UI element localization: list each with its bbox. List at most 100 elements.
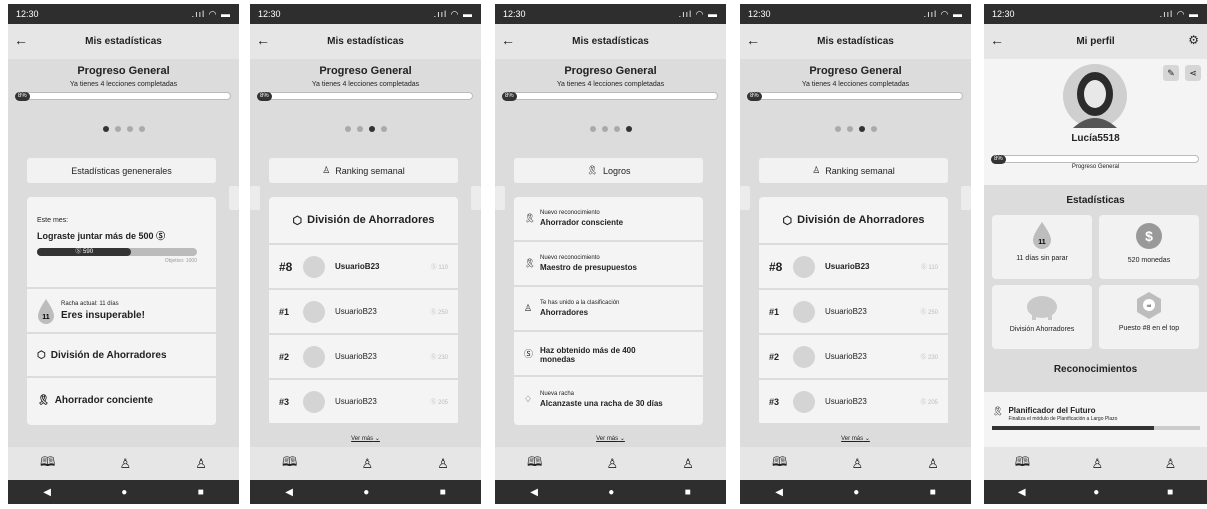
status-time: 12:30	[503, 9, 526, 19]
page-title: Mi perfil	[1076, 36, 1115, 47]
sys-recent-icon[interactable]: ■	[1167, 487, 1173, 498]
sys-home-icon[interactable]: ●	[1093, 487, 1099, 498]
sys-home-icon[interactable]: ●	[363, 487, 369, 498]
division-row[interactable]: ⬡ División de Ahorradores	[27, 334, 216, 378]
next-card-peek[interactable]	[961, 186, 971, 210]
next-card-peek[interactable]	[229, 186, 239, 210]
carousel-dots[interactable]	[250, 126, 481, 132]
see-more-link[interactable]: Ver más ⌄	[740, 435, 971, 442]
sys-home-icon[interactable]: ●	[121, 487, 127, 498]
back-arrow-icon[interactable]: ←	[14, 32, 28, 48]
profile-icon[interactable]: ♙	[1165, 456, 1177, 472]
dot[interactable]	[126, 126, 133, 132]
achievement-item[interactable]: Ⓢ Haz obtenido más de 400 monedas	[514, 332, 703, 377]
rank-position: #1	[769, 306, 780, 317]
tab-ranking[interactable]: ♙ Ranking semanal	[759, 158, 948, 183]
ranking-row[interactable]: #1 UsuarioB23 Ⓢ 250	[269, 290, 458, 335]
sys-back-icon[interactable]: ◀	[530, 487, 538, 498]
ranking-icon[interactable]: ♙	[606, 456, 618, 472]
book-icon[interactable]: 🕮	[1015, 453, 1030, 475]
username: Lucía5518	[1071, 133, 1120, 144]
ranking-icon[interactable]: ♙	[1092, 456, 1104, 472]
profile-icon[interactable]: ♙	[927, 456, 939, 472]
ranking-row[interactable]: #3 UsuarioB23 Ⓢ 205	[759, 380, 948, 425]
sys-recent-icon[interactable]: ■	[440, 487, 446, 498]
dot[interactable]	[846, 126, 853, 132]
dot[interactable]	[368, 126, 375, 132]
stat-card-streak[interactable]: 11 11 días sin parar	[992, 215, 1092, 279]
sys-home-icon[interactable]: ●	[853, 487, 859, 498]
share-icon[interactable]: ⋖	[1185, 65, 1201, 81]
gear-icon[interactable]: ⚙	[1188, 33, 1199, 47]
ranking-icon: ♙	[812, 165, 821, 175]
book-icon[interactable]: 🕮	[282, 453, 297, 475]
tab-general-stats[interactable]: Estadísticas genenerales	[27, 158, 216, 183]
profile-icon[interactable]: ♙	[682, 456, 694, 472]
carousel-dots[interactable]	[495, 126, 726, 132]
ranking-row[interactable]: #2 UsuarioB23 Ⓢ 230	[759, 335, 948, 380]
prev-card-peek[interactable]	[250, 186, 260, 210]
dot[interactable]	[858, 126, 865, 132]
ranking-icon[interactable]: ♙	[119, 456, 131, 472]
prev-card-peek[interactable]	[740, 186, 750, 210]
status-time: 12:30	[748, 9, 771, 19]
recognition-item[interactable]: 🎗 Planificador del Futuro Finaliza el módu…	[984, 392, 1207, 447]
dot[interactable]	[114, 126, 121, 132]
carousel-dots[interactable]	[740, 126, 971, 132]
prev-card-peek[interactable]	[495, 186, 505, 210]
dot[interactable]	[380, 126, 387, 132]
ranking-row[interactable]: #3 UsuarioB23 Ⓢ 205	[269, 380, 458, 425]
dot[interactable]	[356, 126, 363, 132]
dot[interactable]	[870, 126, 877, 132]
profile-icon[interactable]: ♙	[195, 456, 207, 472]
ranking-row[interactable]: #8 UsuarioB23 Ⓢ 110	[759, 245, 948, 290]
achievement-row[interactable]: 🎗 Ahorrador conciente	[27, 378, 216, 422]
sys-recent-icon[interactable]: ■	[930, 487, 936, 498]
see-more-link[interactable]: Ver más ⌄	[250, 435, 481, 442]
back-arrow-icon[interactable]: ←	[256, 32, 270, 48]
sys-back-icon[interactable]: ◀	[285, 487, 293, 498]
back-arrow-icon[interactable]: ←	[746, 32, 760, 48]
book-icon[interactable]: 🕮	[40, 453, 55, 475]
achievement-item[interactable]: 🎗 Nuevo reconocimiento Ahorrador conscient…	[514, 197, 703, 242]
see-more-link[interactable]: Ver más ⌄	[495, 435, 726, 442]
carousel-dots[interactable]	[8, 126, 239, 132]
sys-home-icon[interactable]: ●	[608, 487, 614, 498]
ranking-row[interactable]: #1 UsuarioB23 Ⓢ 250	[759, 290, 948, 335]
book-icon[interactable]: 🕮	[527, 453, 542, 475]
sys-recent-icon[interactable]: ■	[685, 487, 691, 498]
dot[interactable]	[625, 126, 632, 132]
dot[interactable]	[138, 126, 145, 132]
sys-back-icon[interactable]: ◀	[43, 487, 51, 498]
rank-points: Ⓢ 250	[430, 310, 448, 316]
next-card-peek[interactable]	[471, 186, 481, 210]
book-icon[interactable]: 🕮	[772, 453, 787, 475]
achievement-item[interactable]: ♢ Nueva racha Alcanzaste una racha de 30 d…	[514, 377, 703, 422]
ranking-icon[interactable]: ♙	[361, 456, 373, 472]
ranking-row[interactable]: #2 UsuarioB23 Ⓢ 230	[269, 335, 458, 380]
ranking-row[interactable]: #8 UsuarioB23 Ⓢ 110	[269, 245, 458, 290]
dot[interactable]	[102, 126, 109, 132]
sys-back-icon[interactable]: ◀	[1018, 487, 1026, 498]
dot[interactable]	[601, 126, 608, 132]
dot[interactable]	[344, 126, 351, 132]
tab-achievements[interactable]: 🎗 Logros	[514, 158, 703, 183]
edit-icon[interactable]: ✎	[1163, 65, 1179, 81]
profile-icon[interactable]: ♙	[437, 456, 449, 472]
stat-label: División Ahorradores	[1009, 326, 1075, 333]
stat-card-division[interactable]: División Ahorradores	[992, 285, 1092, 349]
ranking-icon[interactable]: ♙	[851, 456, 863, 472]
sys-recent-icon[interactable]: ■	[198, 487, 204, 498]
achievement-item[interactable]: ♙ Te has unido a la clasificación Ahorrado…	[514, 287, 703, 332]
hexagon-icon: ⬡	[37, 349, 46, 361]
dot[interactable]	[834, 126, 841, 132]
stat-card-rank[interactable]: #8 Puesto #8 en el top	[1099, 285, 1199, 349]
achievement-item[interactable]: 🎗 Nuevo reconocimiento Maestro de presupue…	[514, 242, 703, 287]
dot[interactable]	[613, 126, 620, 132]
tab-ranking[interactable]: ♙ Ranking semanal	[269, 158, 458, 183]
back-arrow-icon[interactable]: ←	[501, 32, 515, 48]
dot[interactable]	[589, 126, 596, 132]
stat-card-coins[interactable]: $520 monedas	[1099, 215, 1199, 279]
back-arrow-icon[interactable]: ←	[990, 32, 1004, 48]
sys-back-icon[interactable]: ◀	[775, 487, 783, 498]
